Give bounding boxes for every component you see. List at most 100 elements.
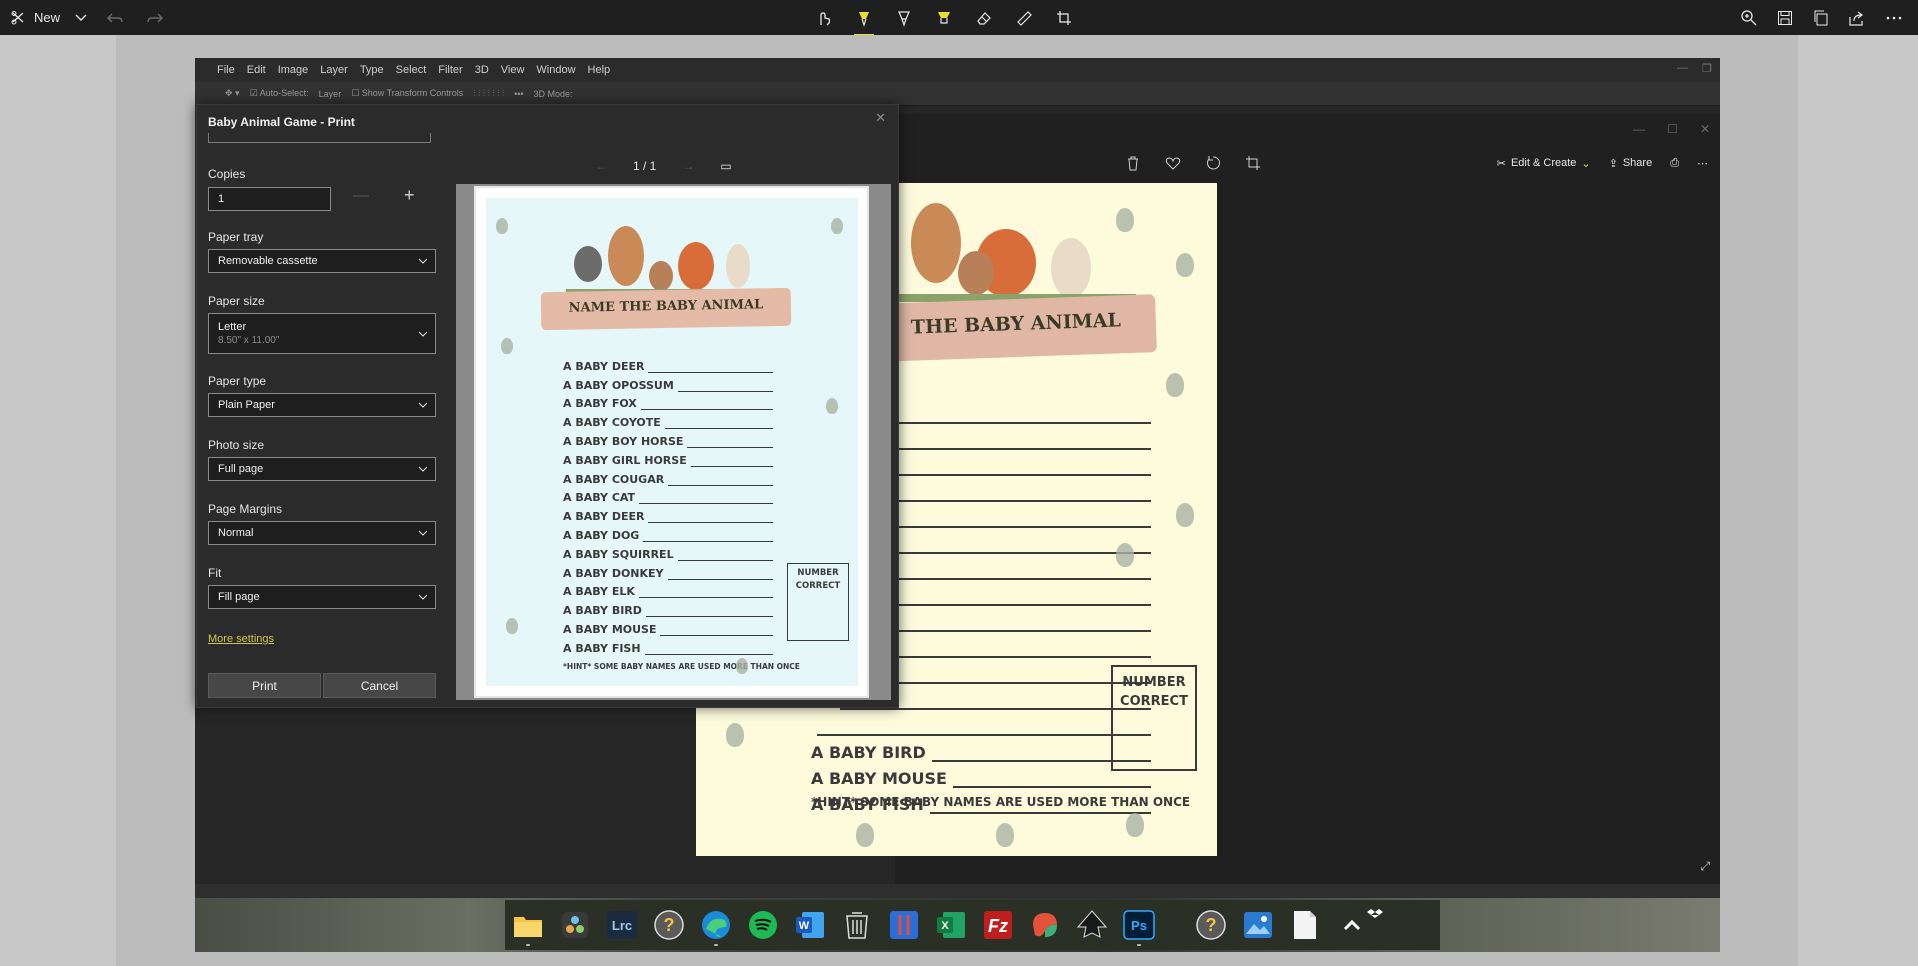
edit-create-button[interactable]: ✂ Edit & Create ⌄ (1497, 157, 1591, 170)
inkscape-icon[interactable] (1074, 907, 1110, 943)
spotify-icon[interactable] (745, 907, 781, 943)
answer-line (952, 786, 1151, 788)
zoom-icon[interactable] (1740, 9, 1758, 27)
next-page-icon[interactable]: → (682, 159, 694, 173)
copies-input[interactable]: 1 (208, 187, 331, 211)
edit-create-icon: ✂ (1496, 157, 1506, 170)
print-icon[interactable]: ⎙ (1670, 157, 1679, 170)
share-button[interactable]: ⇪ Share (1609, 157, 1653, 170)
menu-3d[interactable]: 3D (475, 64, 489, 76)
paper-type-select[interactable]: Plain Paper (208, 393, 436, 417)
previous-page-icon[interactable]: ← (595, 159, 607, 173)
markup-toolbar: New (0, 0, 1918, 36)
chevron-down-icon (418, 594, 428, 600)
photos-icon[interactable] (1240, 907, 1276, 943)
photos-maximize-icon[interactable]: ☐ (1667, 122, 1678, 136)
eraser-icon[interactable] (972, 6, 996, 30)
photos-close-icon[interactable]: ✕ (1700, 122, 1710, 136)
align-icons[interactable]: ⫶ ⫶ ⫶ ⫶ ⫶ ⫶ ⫶ (473, 88, 504, 99)
answer-line (648, 522, 773, 524)
list-item-label: A BABY COYOTE (563, 416, 661, 430)
printer-select-partial[interactable] (208, 133, 431, 143)
redo-icon[interactable] (140, 10, 168, 26)
new-button[interactable]: New (10, 10, 60, 26)
decrease-copies-button[interactable]: — (353, 187, 369, 205)
edge-icon[interactable] (698, 907, 734, 946)
more-icon[interactable]: ⋯ (1697, 157, 1708, 170)
ruler-icon[interactable] (1012, 6, 1036, 30)
answer-line (677, 559, 773, 561)
ballpoint-pen-icon[interactable] (852, 6, 876, 36)
chevron-down-icon[interactable] (70, 11, 92, 25)
show-transform-checkbox[interactable]: ☐ Show Transform Controls (351, 88, 463, 99)
page-margins-select[interactable]: Normal (208, 521, 436, 545)
answer-line (648, 371, 773, 373)
expand-icon[interactable]: ⤢ (1700, 859, 1710, 874)
more-icon[interactable] (1884, 9, 1904, 27)
menu-help[interactable]: Help (588, 64, 611, 76)
copy-icon[interactable] (1812, 9, 1830, 27)
move-tool-icon[interactable]: ✥ ▾ (225, 88, 240, 99)
menu-image[interactable]: Image (278, 64, 309, 76)
close-icon[interactable]: ✕ (875, 110, 886, 126)
paper-size-select[interactable]: Letter 8.50" x 11.00" (208, 313, 436, 354)
recycle-bin-icon[interactable] (839, 907, 875, 943)
photo-size-select[interactable]: Full page (208, 457, 436, 481)
menu-filter[interactable]: Filter (438, 64, 462, 76)
more-settings-link[interactable]: More settings (208, 633, 274, 645)
highlighter-icon[interactable] (932, 6, 956, 30)
favorite-icon[interactable] (1165, 155, 1181, 171)
davinci-resolve-icon[interactable] (557, 907, 593, 943)
answer-line (878, 552, 1151, 554)
restore-icon[interactable]: ❐ (1702, 62, 1712, 75)
photos-crop-icon[interactable] (1245, 155, 1261, 171)
menu-type[interactable]: Type (360, 64, 384, 76)
print-button[interactable]: Print (208, 673, 321, 698)
menu-view[interactable]: View (501, 64, 525, 76)
cancel-button[interactable]: Cancel (323, 673, 436, 698)
auto-select-checkbox[interactable]: ☑ Auto-Select: (250, 88, 309, 99)
svg-text:W: W (799, 920, 810, 932)
list-item: A BABY FOX (563, 392, 773, 411)
word-icon[interactable]: W (792, 907, 828, 943)
paw-print-icon (506, 618, 518, 634)
menu-select[interactable]: Select (396, 64, 427, 76)
photoshop-icon[interactable]: Ps (1121, 907, 1157, 946)
minimize-icon[interactable]: — (1677, 62, 1688, 75)
more-options-icon[interactable]: ••• (514, 89, 523, 99)
app-blue-icon[interactable] (886, 907, 922, 943)
paper-tray-select[interactable]: Removable cassette (208, 249, 436, 273)
help-icon[interactable]: ? (651, 907, 687, 943)
fit-preview-icon[interactable]: ▭ (720, 159, 731, 173)
delete-icon[interactable] (1125, 155, 1141, 171)
pencil-icon[interactable] (892, 6, 916, 30)
excel-icon[interactable]: X (933, 907, 969, 943)
dropbox-icon[interactable] (1365, 897, 1385, 933)
touch-writing-icon[interactable] (812, 6, 836, 30)
share-icon[interactable] (1848, 9, 1866, 27)
help-icon-2[interactable]: ? (1193, 907, 1229, 943)
lightroom-classic-icon[interactable]: Lrc (604, 907, 640, 943)
list-item-label: A BABY MOUSE (563, 622, 657, 636)
file-explorer-icon[interactable] (510, 907, 546, 946)
app-gradient-icon[interactable] (1027, 907, 1063, 943)
menu-file[interactable]: File (217, 64, 235, 76)
blank-file-icon[interactable] (1287, 907, 1323, 943)
increase-copies-button[interactable]: + (404, 185, 415, 206)
menu-window[interactable]: Window (536, 64, 575, 76)
filezilla-icon[interactable]: Fz (980, 907, 1016, 943)
paw-print-icon (1116, 208, 1134, 232)
undo-icon[interactable] (102, 10, 130, 26)
preview-title: NAME THE BABY ANIMAL (568, 297, 764, 316)
fit-select[interactable]: Fill page (208, 585, 436, 609)
layer-dropdown[interactable]: Layer (319, 89, 342, 99)
photoshop-options-bar: ✥ ▾ ☑ Auto-Select: Layer ☐ Show Transfor… (195, 82, 1720, 106)
rotate-icon[interactable] (1205, 155, 1221, 171)
paw-print-icon (496, 218, 508, 234)
photos-minimize-icon[interactable]: — (1633, 122, 1645, 136)
menu-layer[interactable]: Layer (320, 64, 348, 76)
crop-icon[interactable] (1052, 6, 1076, 30)
menu-edit[interactable]: Edit (247, 64, 266, 76)
print-preview-page: NAME THE BABY ANIMAL A BABY DEER A BABY O… (474, 186, 869, 698)
save-icon[interactable] (1776, 9, 1794, 27)
